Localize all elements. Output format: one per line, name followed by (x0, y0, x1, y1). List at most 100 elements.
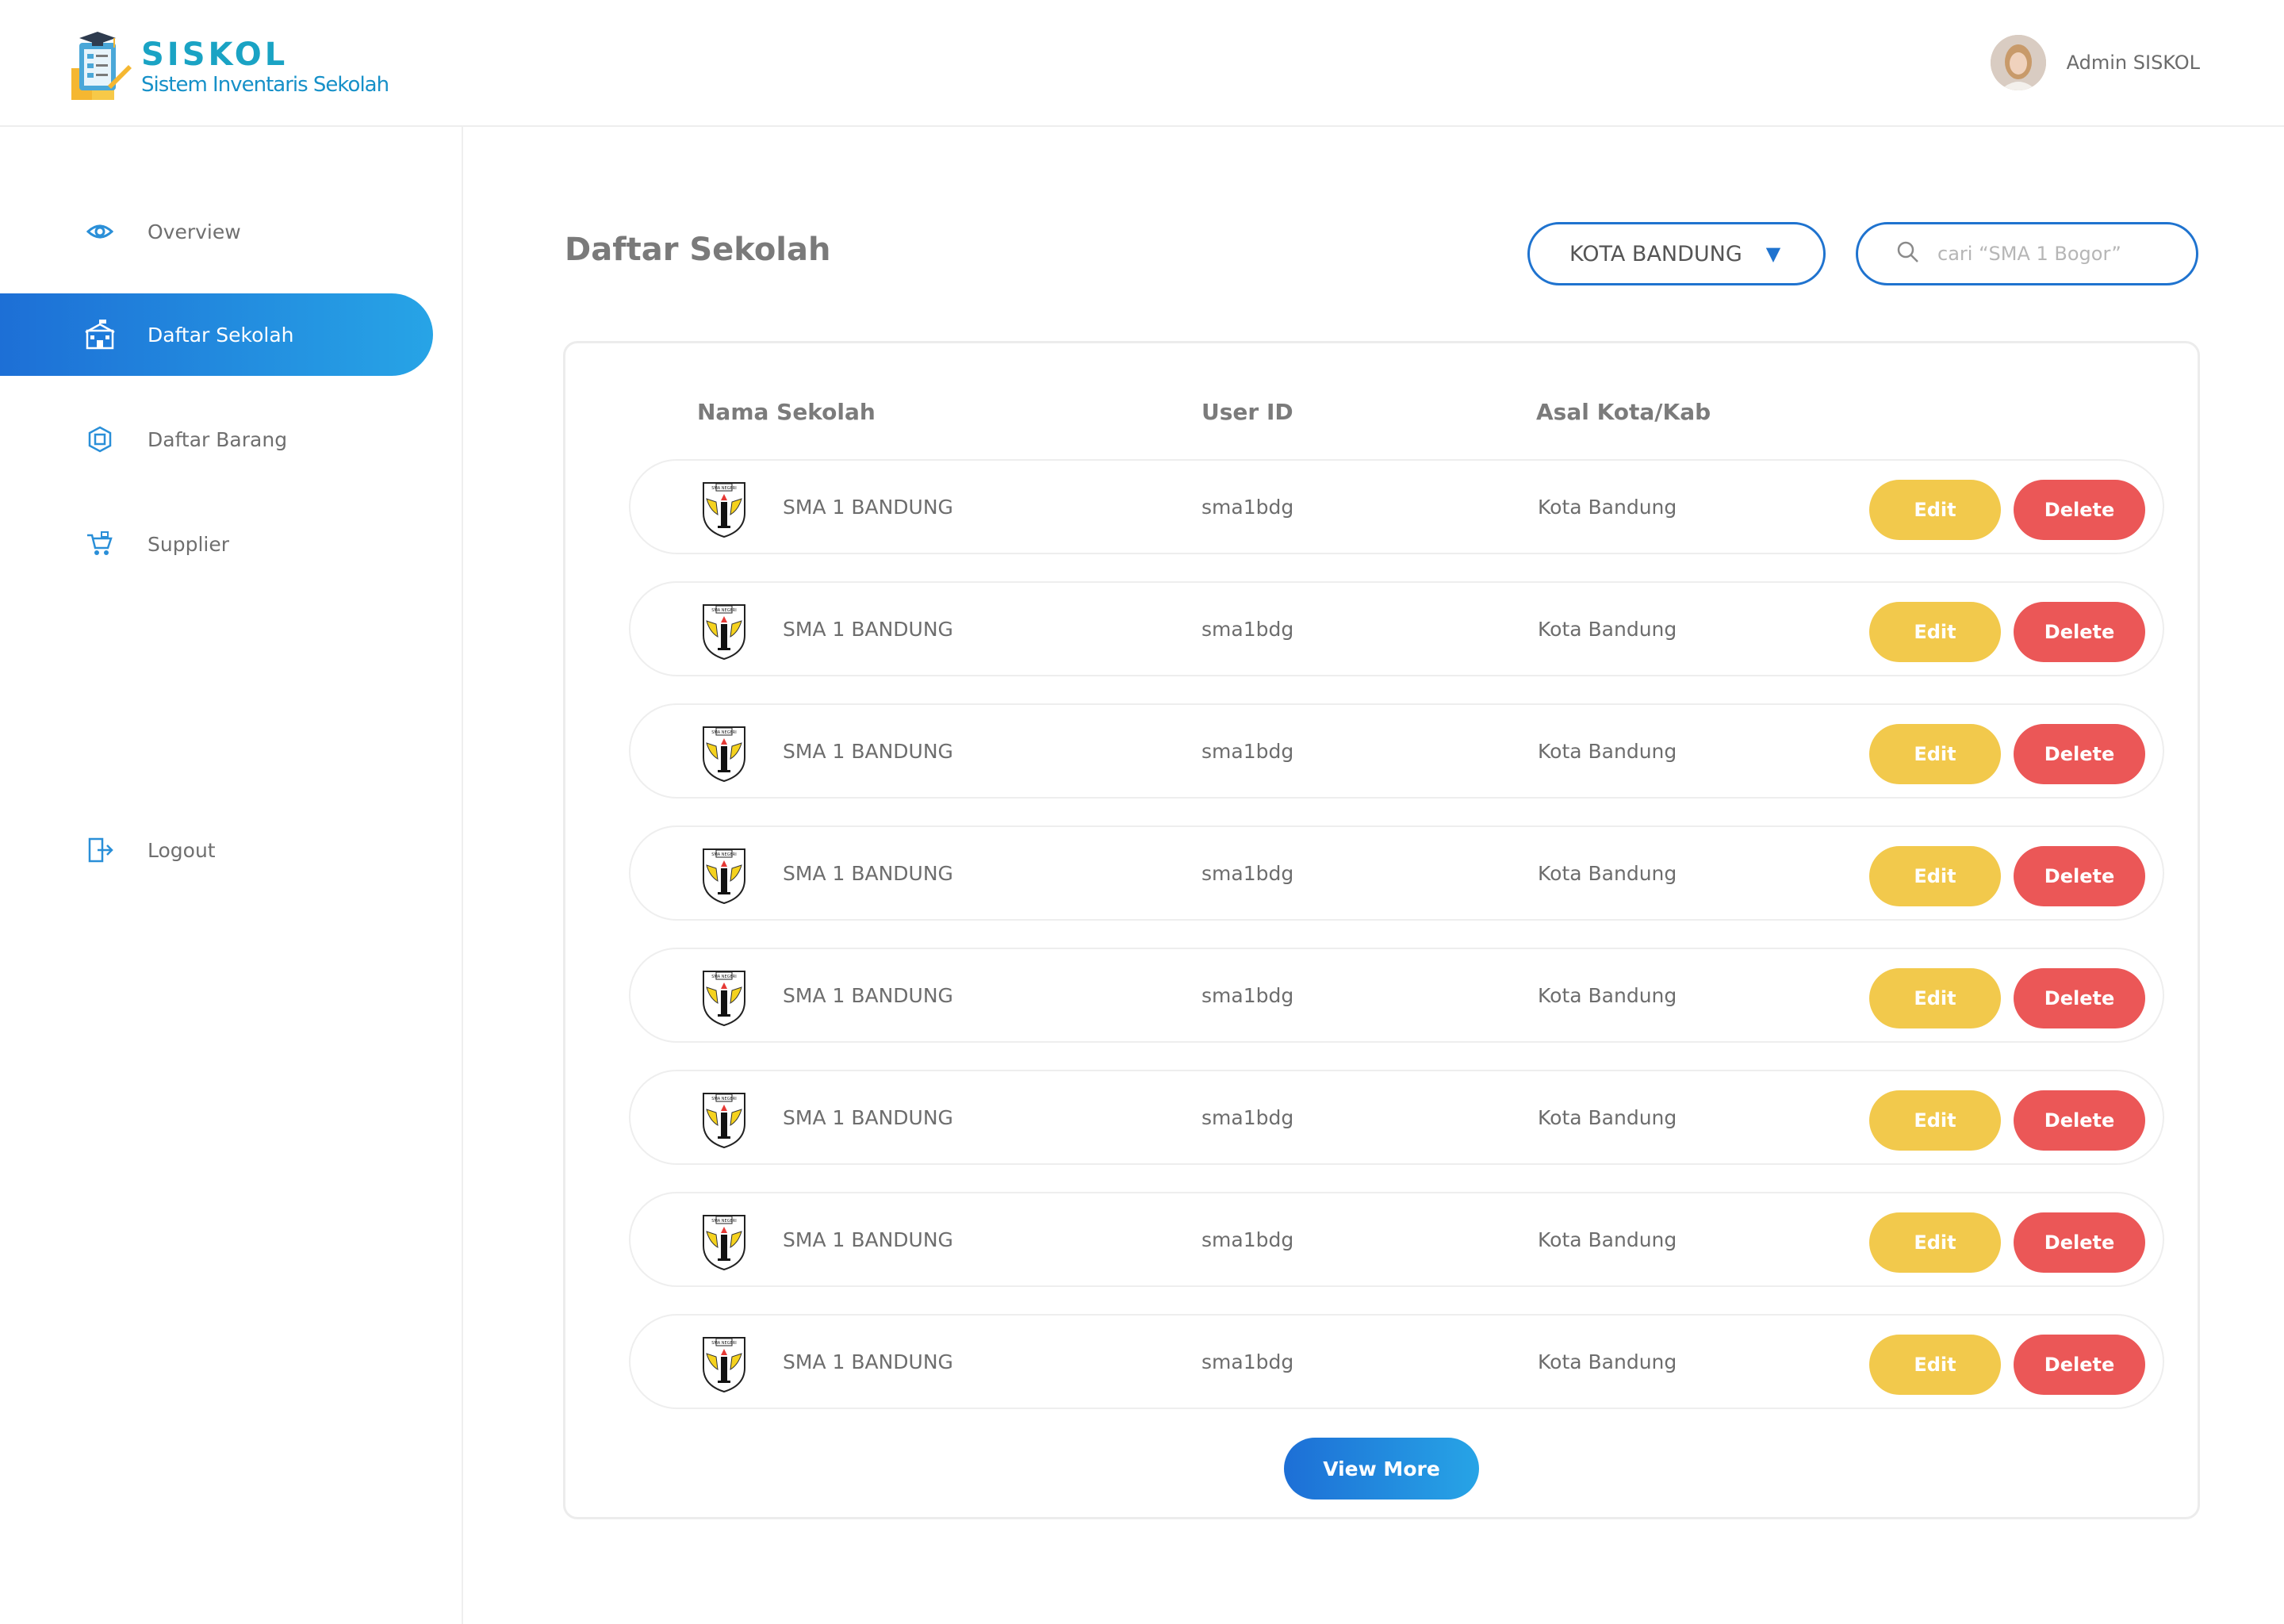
school-table-card: Nama Sekolah User ID Asal Kota/Kab SMA N… (563, 341, 2200, 1519)
box-icon (84, 423, 116, 455)
school-logo-icon: SMA NEGERI (699, 967, 749, 1027)
user-name: Admin SISKOL (2066, 52, 2200, 74)
school-user-id: sma1bdg (1201, 862, 1294, 885)
school-user-id: sma1bdg (1201, 1350, 1294, 1373)
sidebar-item-label: Logout (148, 838, 216, 862)
table-row: SMA NEGERI SMA 1 BANDUNG sma1bdg Kota Ba… (629, 948, 2164, 1043)
school-user-id: sma1bdg (1201, 618, 1294, 641)
column-header-user-id: User ID (1201, 399, 1293, 425)
page-title: Daftar Sekolah (565, 232, 831, 268)
sidebar-item-daftar-sekolah[interactable]: Daftar Sekolah (0, 293, 433, 376)
school-user-id: sma1bdg (1201, 496, 1294, 519)
school-logo-icon: SMA NEGERI (699, 1211, 749, 1271)
school-city: Kota Bandung (1538, 740, 1677, 763)
school-logo-icon: SMA NEGERI (699, 478, 749, 538)
column-header-asal-kota: Asal Kota/Kab (1536, 399, 1711, 425)
table-row: SMA NEGERI SMA 1 BANDUNG sma1bdg Kota Ba… (629, 581, 2164, 676)
search-box[interactable] (1856, 222, 2198, 285)
school-logo-icon: SMA NEGERI (699, 1089, 749, 1149)
svg-text:SMA NEGERI: SMA NEGERI (711, 852, 736, 857)
edit-button[interactable]: Edit (1869, 968, 2001, 1028)
sidebar-item-label: Daftar Barang (148, 427, 288, 451)
city-filter-value: KOTA BANDUNG (1569, 241, 1742, 266)
svg-text:SMA NEGERI: SMA NEGERI (711, 1219, 736, 1224)
school-user-id: sma1bdg (1201, 740, 1294, 763)
view-more-button[interactable]: View More (1284, 1438, 1479, 1500)
delete-button[interactable]: Delete (2014, 968, 2145, 1028)
svg-text:SMA NEGERI: SMA NEGERI (711, 486, 736, 491)
search-icon (1896, 240, 1920, 267)
user-menu[interactable]: Admin SISKOL (1990, 35, 2200, 90)
svg-text:SMA NEGERI: SMA NEGERI (711, 608, 736, 613)
table-row: SMA NEGERI SMA 1 BANDUNG sma1bdg Kota Ba… (629, 1192, 2164, 1287)
delete-button[interactable]: Delete (2014, 846, 2145, 906)
school-user-id: sma1bdg (1201, 1228, 1294, 1251)
school-city: Kota Bandung (1538, 862, 1677, 885)
edit-button[interactable]: Edit (1869, 846, 2001, 906)
brand-subtitle: Sistem Inventaris Sekolah (141, 73, 389, 97)
school-city: Kota Bandung (1538, 496, 1677, 519)
school-city: Kota Bandung (1538, 618, 1677, 641)
caret-down-icon: ▼ (1765, 243, 1781, 265)
cart-icon (84, 528, 116, 560)
delete-button[interactable]: Delete (2014, 1335, 2145, 1395)
top-bar: SISKOL Sistem Inventaris Sekolah Admin S… (0, 0, 2284, 127)
sidebar-item-overview[interactable]: Overview (0, 190, 433, 273)
delete-button[interactable]: Delete (2014, 724, 2145, 784)
svg-text:SMA NEGERI: SMA NEGERI (711, 1097, 736, 1101)
edit-button[interactable]: Edit (1869, 724, 2001, 784)
table-row: SMA NEGERI SMA 1 BANDUNG sma1bdg Kota Ba… (629, 1314, 2164, 1409)
edit-button[interactable]: Edit (1869, 1090, 2001, 1151)
svg-text:SMA NEGERI: SMA NEGERI (711, 975, 736, 979)
school-user-id: sma1bdg (1201, 1106, 1294, 1129)
siskol-logo-icon (70, 29, 132, 105)
brand[interactable]: SISKOL Sistem Inventaris Sekolah (70, 29, 389, 105)
school-icon (84, 319, 116, 350)
svg-text:SMA NEGERI: SMA NEGERI (711, 1341, 736, 1346)
sidebar: Overview Daftar Sekolah Daftar Barang Su… (0, 127, 463, 1624)
edit-button[interactable]: Edit (1869, 1212, 2001, 1273)
school-city: Kota Bandung (1538, 1106, 1677, 1129)
school-name: SMA 1 BANDUNG (783, 618, 953, 641)
table-header: Nama Sekolah User ID Asal Kota/Kab (565, 399, 2198, 431)
table-row: SMA NEGERI SMA 1 BANDUNG sma1bdg Kota Ba… (629, 825, 2164, 921)
school-name: SMA 1 BANDUNG (783, 1350, 953, 1373)
table-row: SMA NEGERI SMA 1 BANDUNG sma1bdg Kota Ba… (629, 1070, 2164, 1165)
school-user-id: sma1bdg (1201, 984, 1294, 1007)
sidebar-item-daftar-barang[interactable]: Daftar Barang (0, 398, 433, 481)
school-name: SMA 1 BANDUNG (783, 862, 953, 885)
edit-button[interactable]: Edit (1869, 480, 2001, 540)
school-city: Kota Bandung (1538, 1228, 1677, 1251)
sidebar-item-label: Overview (148, 220, 241, 243)
school-city: Kota Bandung (1538, 984, 1677, 1007)
sidebar-item-label: Daftar Sekolah (148, 323, 294, 347)
sidebar-item-supplier[interactable]: Supplier (0, 503, 433, 585)
delete-button[interactable]: Delete (2014, 1090, 2145, 1151)
table-row: SMA NEGERI SMA 1 BANDUNG sma1bdg Kota Ba… (629, 459, 2164, 554)
brand-title: SISKOL (141, 36, 289, 73)
sidebar-item-logout[interactable]: Logout (0, 809, 433, 891)
school-name: SMA 1 BANDUNG (783, 740, 953, 763)
logout-icon (84, 834, 116, 866)
delete-button[interactable]: Delete (2014, 602, 2145, 662)
delete-button[interactable]: Delete (2014, 480, 2145, 540)
edit-button[interactable]: Edit (1869, 1335, 2001, 1395)
school-name: SMA 1 BANDUNG (783, 984, 953, 1007)
search-input[interactable] (1937, 243, 2175, 265)
delete-button[interactable]: Delete (2014, 1212, 2145, 1273)
eye-icon (84, 216, 116, 247)
school-name: SMA 1 BANDUNG (783, 1228, 953, 1251)
edit-button[interactable]: Edit (1869, 602, 2001, 662)
school-name: SMA 1 BANDUNG (783, 1106, 953, 1129)
sidebar-item-label: Supplier (148, 532, 230, 556)
school-logo-icon: SMA NEGERI (699, 1333, 749, 1393)
school-city: Kota Bandung (1538, 1350, 1677, 1373)
column-header-nama-sekolah: Nama Sekolah (697, 399, 876, 425)
school-logo-icon: SMA NEGERI (699, 845, 749, 905)
svg-text:SMA NEGERI: SMA NEGERI (711, 730, 736, 735)
school-logo-icon: SMA NEGERI (699, 722, 749, 783)
table-row: SMA NEGERI SMA 1 BANDUNG sma1bdg Kota Ba… (629, 703, 2164, 799)
avatar[interactable] (1990, 35, 2046, 90)
city-filter-select[interactable]: KOTA BANDUNG ▼ (1527, 222, 1826, 285)
school-name: SMA 1 BANDUNG (783, 496, 953, 519)
